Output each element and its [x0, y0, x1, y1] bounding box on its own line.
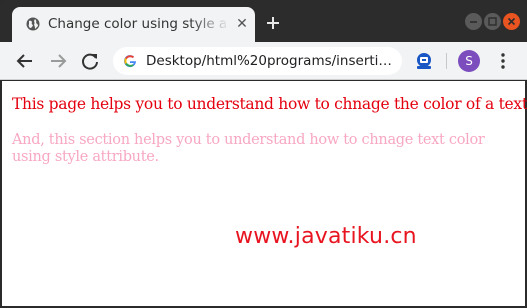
globe-icon	[26, 17, 40, 31]
pink-paragraph: And, this section helps you to understan…	[12, 132, 485, 165]
title-bar: Change color using style a ✕	[0, 0, 527, 42]
tab-title-fade	[190, 13, 230, 35]
address-bar[interactable]: Desktop/html%20programs/inserti…	[113, 47, 402, 75]
menu-dots-icon[interactable]	[500, 51, 506, 71]
back-arrow-icon[interactable]	[14, 50, 36, 72]
maximize-button[interactable]	[484, 13, 501, 30]
minimize-button[interactable]	[465, 13, 482, 30]
extension-icon[interactable]	[414, 51, 434, 71]
url-text: Desktop/html%20programs/inserti…	[146, 53, 392, 69]
browser-tab[interactable]: Change color using style a ✕	[12, 7, 255, 42]
browser-toolbar: Desktop/html%20programs/inserti… S	[0, 42, 527, 80]
google-logo-icon	[124, 55, 136, 68]
page-viewport: This page helps you to understand how to…	[2, 81, 527, 306]
forward-arrow-icon[interactable]	[47, 50, 69, 72]
red-paragraph: This page helps you to understand how to…	[12, 95, 527, 113]
reload-icon[interactable]	[79, 50, 101, 72]
toolbar-divider	[446, 53, 447, 69]
close-window-button[interactable]	[503, 13, 520, 30]
new-tab-button[interactable]	[264, 14, 282, 32]
watermark-text: www.javatiku.cn	[235, 224, 417, 249]
close-tab-icon[interactable]: ✕	[234, 16, 250, 32]
profile-avatar[interactable]: S	[458, 50, 480, 72]
